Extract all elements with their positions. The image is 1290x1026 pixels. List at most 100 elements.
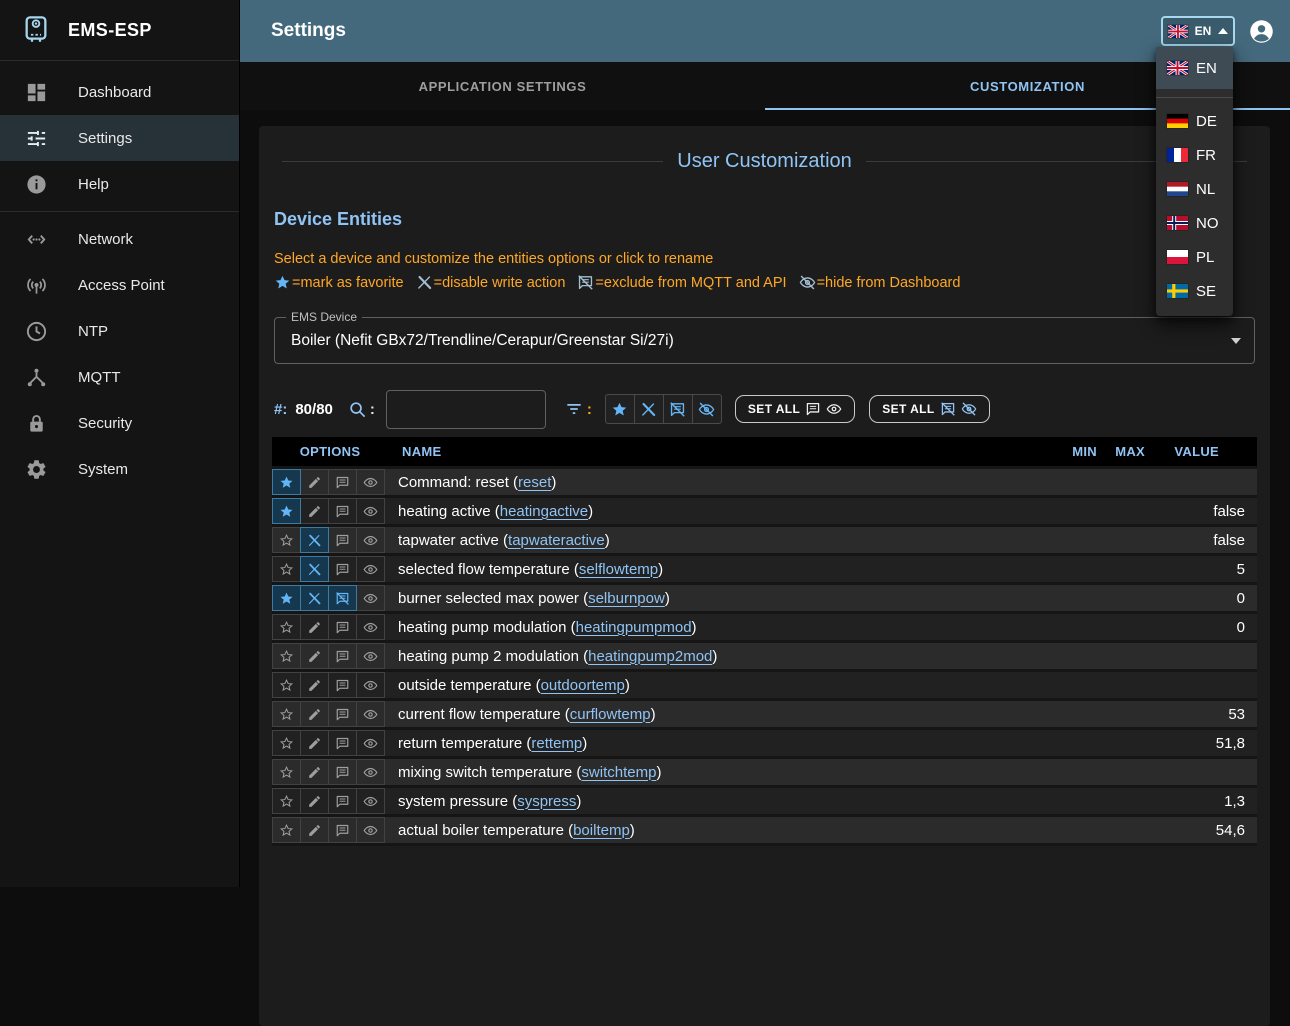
mqtt-toggle[interactable]	[328, 498, 357, 524]
favorite-toggle[interactable]	[272, 527, 301, 553]
lang-item-no[interactable]: NO	[1156, 206, 1233, 240]
mqtt-toggle[interactable]	[328, 817, 357, 843]
sidebar-item-dashboard[interactable]: Dashboard	[0, 69, 239, 115]
favorite-toggle[interactable]	[272, 788, 301, 814]
filter-write-disabled-toggle[interactable]	[634, 394, 664, 424]
mqtt-toggle[interactable]	[328, 643, 357, 669]
favorite-toggle[interactable]	[272, 672, 301, 698]
sidebar-item-ntp[interactable]: NTP	[0, 308, 239, 354]
mqtt-toggle[interactable]	[328, 759, 357, 785]
entity-name[interactable]: burner selected max power (selburnpow)	[384, 585, 1057, 611]
sidebar-item-access-point[interactable]: Access Point	[0, 262, 239, 308]
sidebar-item-system[interactable]: System	[0, 446, 239, 492]
visibility-toggle[interactable]	[356, 614, 385, 640]
sidebar-item-security[interactable]: Security	[0, 400, 239, 446]
entity-shortname-link[interactable]: heatingpump2mod	[588, 648, 712, 665]
favorite-toggle[interactable]	[272, 614, 301, 640]
visibility-toggle[interactable]	[356, 730, 385, 756]
lang-item-pl[interactable]: PL	[1156, 240, 1233, 274]
favorite-toggle[interactable]	[272, 701, 301, 727]
set-all-hide-button[interactable]: SET ALL	[869, 395, 989, 423]
favorite-toggle[interactable]	[272, 469, 301, 495]
favorite-toggle[interactable]	[272, 817, 301, 843]
entity-name[interactable]: current flow temperature (curflowtemp)	[384, 701, 1057, 727]
mqtt-toggle[interactable]	[328, 788, 357, 814]
write-toggle[interactable]	[300, 788, 329, 814]
lang-item-fr[interactable]: FR	[1156, 138, 1233, 172]
lang-item-nl[interactable]: NL	[1156, 172, 1233, 206]
favorite-toggle[interactable]	[272, 556, 301, 582]
write-toggle[interactable]	[300, 759, 329, 785]
mqtt-toggle[interactable]	[328, 527, 357, 553]
entity-shortname-link[interactable]: selburnpow	[588, 590, 665, 607]
write-toggle[interactable]	[300, 498, 329, 524]
entity-shortname-link[interactable]: reset	[518, 474, 551, 491]
entity-name[interactable]: system pressure (syspress)	[384, 788, 1057, 814]
write-toggle[interactable]	[300, 614, 329, 640]
visibility-toggle[interactable]	[356, 817, 385, 843]
entity-name[interactable]: selected flow temperature (selflowtemp)	[384, 556, 1057, 582]
visibility-toggle[interactable]	[356, 585, 385, 611]
entity-name[interactable]: tapwater active (tapwateractive)	[384, 527, 1057, 553]
visibility-toggle[interactable]	[356, 556, 385, 582]
mqtt-toggle[interactable]	[328, 556, 357, 582]
sidebar-item-settings[interactable]: Settings	[0, 115, 239, 161]
favorite-toggle[interactable]	[272, 498, 301, 524]
entity-shortname-link[interactable]: outdoortemp	[541, 677, 625, 694]
write-toggle[interactable]	[300, 701, 329, 727]
mqtt-toggle[interactable]	[328, 614, 357, 640]
visibility-toggle[interactable]	[356, 643, 385, 669]
entity-name[interactable]: heating pump modulation (heatingpumpmod)	[384, 614, 1057, 640]
lang-item-se[interactable]: SE	[1156, 274, 1233, 308]
entity-name[interactable]: outside temperature (outdoortemp)	[384, 672, 1057, 698]
write-toggle[interactable]	[300, 585, 329, 611]
entity-name[interactable]: return temperature (rettemp)	[384, 730, 1057, 756]
favorite-toggle[interactable]	[272, 730, 301, 756]
account-avatar-icon[interactable]	[1248, 18, 1275, 45]
favorite-toggle[interactable]	[272, 643, 301, 669]
language-select-button[interactable]: EN	[1161, 16, 1235, 46]
write-toggle[interactable]	[300, 730, 329, 756]
entity-shortname-link[interactable]: rettemp	[531, 735, 582, 752]
favorite-toggle[interactable]	[272, 759, 301, 785]
write-toggle[interactable]	[300, 643, 329, 669]
set-all-show-button[interactable]: SET ALL	[735, 395, 855, 423]
ems-device-select[interactable]: EMS Device Boiler (Nefit GBx72/Trendline…	[274, 317, 1255, 364]
write-toggle[interactable]	[300, 469, 329, 495]
entity-name[interactable]: Command: reset (reset)	[384, 469, 1057, 495]
entity-shortname-link[interactable]: selflowtemp	[579, 561, 658, 578]
filter-favorite-toggle[interactable]	[605, 394, 635, 424]
write-toggle[interactable]	[300, 556, 329, 582]
entity-shortname-link[interactable]: syspress	[517, 793, 576, 810]
filter-hidden-toggle[interactable]	[692, 394, 722, 424]
write-toggle[interactable]	[300, 527, 329, 553]
mqtt-toggle[interactable]	[328, 469, 357, 495]
search-input[interactable]	[386, 390, 546, 429]
visibility-toggle[interactable]	[356, 527, 385, 553]
sidebar-item-mqtt[interactable]: MQTT	[0, 354, 239, 400]
entity-shortname-link[interactable]: tapwateractive	[508, 532, 605, 549]
entity-shortname-link[interactable]: switchtemp	[581, 764, 656, 781]
lang-item-de[interactable]: DE	[1156, 104, 1233, 138]
entity-name[interactable]: heating pump 2 modulation (heatingpump2m…	[384, 643, 1057, 669]
lang-item-en[interactable]: EN	[1156, 47, 1233, 89]
favorite-toggle[interactable]	[272, 585, 301, 611]
write-toggle[interactable]	[300, 672, 329, 698]
entity-shortname-link[interactable]: heatingactive	[500, 503, 588, 520]
mqtt-toggle[interactable]	[328, 730, 357, 756]
write-toggle[interactable]	[300, 817, 329, 843]
mqtt-toggle[interactable]	[328, 701, 357, 727]
entity-shortname-link[interactable]: boiltemp	[573, 822, 630, 839]
entity-name[interactable]: mixing switch temperature (switchtemp)	[384, 759, 1057, 785]
visibility-toggle[interactable]	[356, 701, 385, 727]
visibility-toggle[interactable]	[356, 498, 385, 524]
visibility-toggle[interactable]	[356, 672, 385, 698]
mqtt-toggle[interactable]	[328, 585, 357, 611]
sidebar-item-help[interactable]: Help	[0, 161, 239, 207]
visibility-toggle[interactable]	[356, 788, 385, 814]
entity-shortname-link[interactable]: heatingpumpmod	[576, 619, 692, 636]
tab-application-settings[interactable]: APPLICATION SETTINGS	[240, 62, 765, 110]
entity-name[interactable]: actual boiler temperature (boiltemp)	[384, 817, 1057, 843]
filter-excluded-toggle[interactable]	[663, 394, 693, 424]
entity-name[interactable]: heating active (heatingactive)	[384, 498, 1057, 524]
